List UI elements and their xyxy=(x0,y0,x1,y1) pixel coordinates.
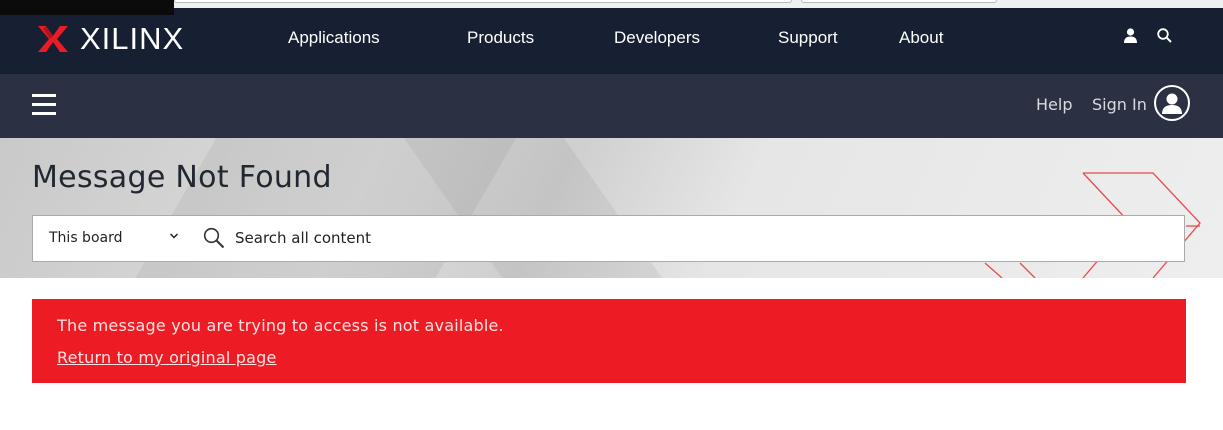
search-bar: This board xyxy=(32,215,1186,262)
chevron-down-icon xyxy=(169,233,179,239)
nav-applications[interactable]: Applications xyxy=(288,28,380,48)
alert-message: The message you are trying to access is … xyxy=(57,316,504,335)
dark-overlay-block xyxy=(0,0,174,15)
main-navigation: XILINX Applications Products Developers … xyxy=(0,8,1223,74)
return-link[interactable]: Return to my original page xyxy=(57,348,277,367)
search-input[interactable] xyxy=(235,224,1135,252)
user-icon[interactable] xyxy=(1124,28,1140,46)
nav-products[interactable]: Products xyxy=(467,28,534,48)
search-icon[interactable] xyxy=(203,227,225,249)
hamburger-menu-icon[interactable] xyxy=(32,93,56,117)
xilinx-logo[interactable]: XILINX xyxy=(38,21,185,56)
search-scope-value: This board xyxy=(49,230,123,246)
partial-field xyxy=(174,0,792,3)
search-field xyxy=(191,215,1185,262)
search-scope-select[interactable]: This board xyxy=(32,215,192,262)
community-navigation: Help Sign In xyxy=(0,74,1223,138)
page-hero: Message Not Found This board xyxy=(0,138,1223,278)
sign-in-link[interactable]: Sign In xyxy=(1092,95,1147,114)
nav-developers[interactable]: Developers xyxy=(614,28,700,48)
page-title: Message Not Found xyxy=(32,160,332,195)
nav-support[interactable]: Support xyxy=(778,28,838,48)
help-link[interactable]: Help xyxy=(1036,95,1072,114)
search-icon[interactable] xyxy=(1157,28,1173,46)
brand-name: XILINX xyxy=(80,21,185,56)
avatar-icon[interactable] xyxy=(1154,85,1190,121)
browser-top-strip xyxy=(0,0,1223,15)
error-alert: The message you are trying to access is … xyxy=(32,299,1186,383)
xilinx-mark-icon xyxy=(38,26,68,52)
partial-field-2 xyxy=(801,0,997,3)
nav-about[interactable]: About xyxy=(899,28,943,48)
